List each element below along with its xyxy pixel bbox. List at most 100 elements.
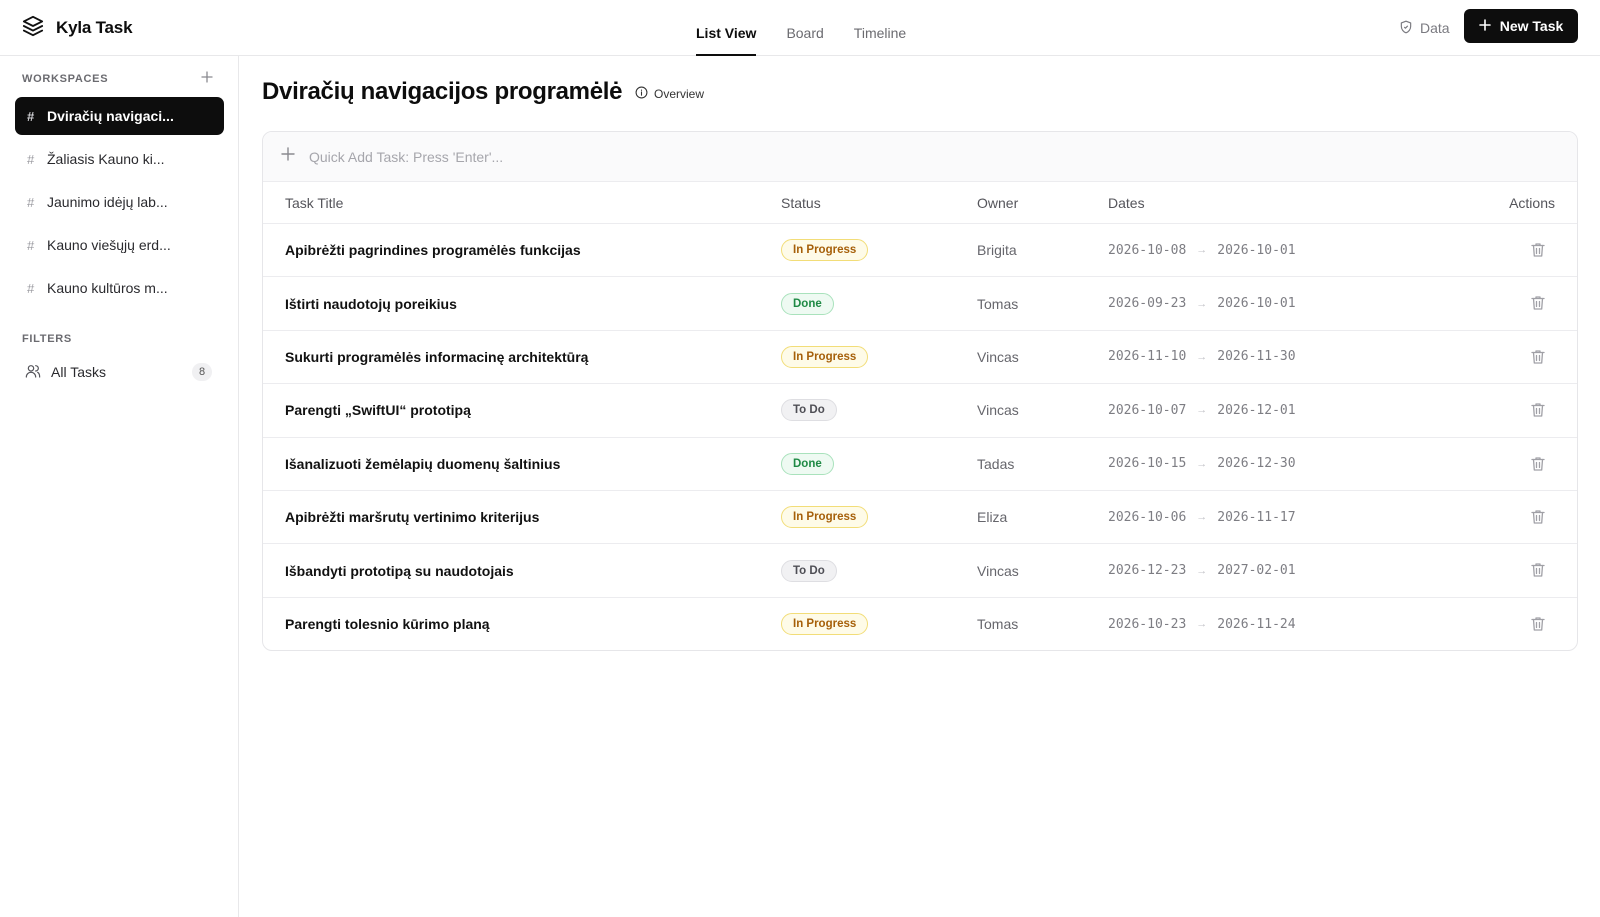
overview-link[interactable]: Overview [635,84,704,104]
end-date: 2026-11-24 [1217,616,1296,632]
task-title[interactable]: Ištirti naudotojų poreikius [285,277,457,329]
trash-icon[interactable] [1531,456,1547,472]
trash-icon[interactable] [1531,349,1547,365]
status-badge[interactable]: Done [781,452,834,475]
date-range[interactable]: 2026-10-07 → 2026-12-01 [1108,384,1296,436]
date-range[interactable]: 2026-10-08 → 2026-10-01 [1108,224,1296,276]
trash-icon[interactable] [1531,616,1547,632]
owner-name[interactable]: Vincas [977,331,1019,383]
end-date: 2026-12-30 [1217,456,1296,472]
table-row[interactable]: Parengti „SwiftUI“ prototipą To Do Vincas 2… [263,384,1577,438]
owner-name[interactable]: Tomas [977,598,1018,650]
owner-name[interactable]: Tadas [977,438,1014,490]
date-range[interactable]: 2026-09-23 → 2026-10-01 [1108,277,1296,329]
owner-name[interactable]: Vincas [977,544,1019,596]
status-badge[interactable]: To Do [781,559,837,582]
task-title[interactable]: Išbandyti prototipą su naudotojais [285,544,514,596]
table-row[interactable]: Parengti tolesnio kūrimo planą In Progres… [263,598,1577,650]
task-title[interactable]: Sukurti programėlės informacinę architek… [285,331,588,383]
workspace-item-1[interactable]: # Dviračių navigaci... [15,97,224,135]
start-date: 2026-10-06 [1108,509,1187,525]
data-link[interactable]: Data [1399,16,1450,40]
page-title: Dviračių navigacijos programėlė [262,78,623,105]
add-workspace-plus-icon[interactable] [201,70,215,84]
status-cell: Done [781,277,834,329]
tab-list-view[interactable]: List View [696,0,757,56]
workspace-item-5[interactable]: # Kauno kultūros m... [15,269,224,307]
trash-icon[interactable] [1531,509,1547,525]
shield-icon [1399,20,1413,37]
hash-icon: # [27,237,35,253]
tab-timeline[interactable]: Timeline [854,0,906,56]
status-badge[interactable]: In Progress [781,506,869,529]
date-range[interactable]: 2026-11-10 → 2026-11-30 [1108,331,1296,383]
workspace-item-2[interactable]: # Žaliasis Kauno ki... [15,140,224,178]
trash-icon[interactable] [1531,402,1547,418]
end-date: 2026-11-17 [1217,509,1296,525]
start-date: 2026-09-23 [1108,296,1187,312]
date-range[interactable]: 2026-10-15 → 2026-12-30 [1108,438,1296,490]
arrow-right-icon: → [1196,511,1208,524]
overview-label: Overview [654,87,705,101]
arrow-right-icon: → [1196,457,1208,470]
new-task-button[interactable]: New Task [1464,9,1578,43]
task-title[interactable]: Išanalizuoti žemėlapių duomenų šaltinius [285,438,560,490]
column-header-dates[interactable]: Dates [1108,182,1145,223]
workspace-item-3[interactable]: # Jaunimo idėjų lab... [15,183,224,221]
plus-icon [1478,18,1491,34]
owner-name[interactable]: Vincas [977,384,1019,436]
status-badge[interactable]: In Progress [781,239,869,262]
task-title[interactable]: Apibrėžti maršrutų vertinimo kriterijus [285,491,539,543]
status-badge[interactable]: In Progress [781,345,869,368]
task-title[interactable]: Parengti tolesnio kūrimo planą [285,598,490,650]
date-range[interactable]: 2026-10-06 → 2026-11-17 [1108,491,1296,543]
hash-icon: # [27,108,35,124]
start-date: 2026-10-07 [1108,402,1187,418]
brand[interactable]: Kyla Task [22,14,133,42]
column-header-owner[interactable]: Owner [977,182,1018,223]
hash-icon: # [27,151,35,167]
table-row[interactable]: Apibrėžti pagrindines programėlės funkci… [263,224,1577,278]
status-cell: In Progress [781,598,869,650]
task-table: Task Title Status Owner Dates Actions Ap… [262,131,1578,651]
owner-name[interactable]: Eliza [977,491,1007,543]
new-task-label: New Task [1499,18,1564,34]
status-cell: To Do [781,384,837,436]
filters-heading: FILTERS [22,333,72,345]
workspace-label: Kauno viešųjų erd... [47,237,171,253]
top-bar: Kyla Task List View Board Timeline Data … [0,0,1600,56]
column-header-title[interactable]: Task Title [285,182,343,223]
start-date: 2026-10-23 [1108,616,1187,632]
owner-name[interactable]: Brigita [977,224,1017,276]
table-row[interactable]: Išbandyti prototipą su naudotojais To Do V… [263,544,1577,598]
owner-name[interactable]: Tomas [977,277,1018,329]
trash-icon[interactable] [1531,562,1547,578]
trash-icon[interactable] [1531,242,1547,258]
hash-icon: # [27,280,35,296]
status-cell: To Do [781,544,837,596]
trash-icon[interactable] [1531,295,1547,311]
table-row[interactable]: Apibrėžti maršrutų vertinimo kriterijus I… [263,491,1577,545]
arrow-right-icon: → [1196,618,1208,631]
hash-icon: # [27,194,35,210]
workspace-label: Dviračių navigaci... [47,108,174,124]
task-title[interactable]: Apibrėžti pagrindines programėlės funkci… [285,224,581,276]
quick-add-input[interactable] [309,148,1209,165]
task-title[interactable]: Parengti „SwiftUI“ prototipą [285,384,471,436]
tab-board[interactable]: Board [786,0,823,56]
status-badge[interactable]: In Progress [781,613,869,636]
filter-all-tasks[interactable]: All Tasks 8 [15,356,224,388]
workspace-item-4[interactable]: # Kauno viešųjų erd... [15,226,224,264]
status-badge[interactable]: To Do [781,399,837,422]
status-badge[interactable]: Done [781,292,834,315]
column-header-status[interactable]: Status [781,182,821,223]
date-range[interactable]: 2026-10-23 → 2026-11-24 [1108,598,1296,650]
info-icon [635,86,648,102]
table-row[interactable]: Ištirti naudotojų poreikius Done Tomas 2026… [263,277,1577,331]
table-row[interactable]: Išanalizuoti žemėlapių duomenų šaltinius… [263,438,1577,491]
workspaces-heading: WORKSPACES [22,73,109,85]
table-row[interactable]: Sukurti programėlės informacinę architek… [263,331,1577,385]
date-range[interactable]: 2026-12-23 → 2027-02-01 [1108,544,1296,596]
task-count-badge: 8 [192,363,212,381]
end-date: 2026-12-01 [1217,402,1296,418]
